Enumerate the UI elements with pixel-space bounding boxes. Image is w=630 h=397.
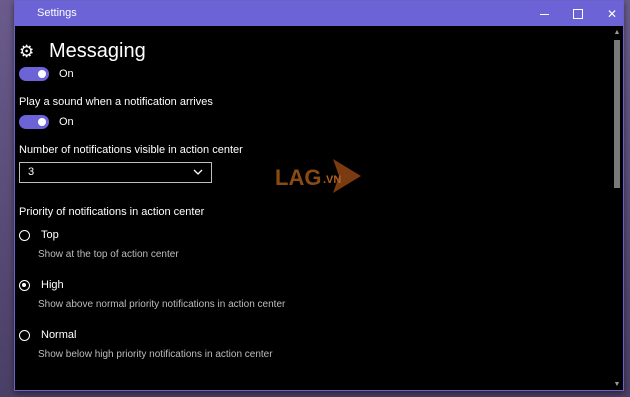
sound-toggle-row: On [19, 115, 74, 129]
priority-label: Priority of notifications in action cent… [19, 206, 205, 218]
scroll-down-arrow-icon[interactable]: ▼ [613, 380, 621, 390]
visible-count-value: 3 [28, 166, 35, 178]
priority-option-description: Show above normal priority notifications… [38, 299, 286, 310]
minimize-button[interactable] [527, 1, 561, 26]
priority-option-label: High [41, 279, 64, 291]
priority-option-label: Top [41, 229, 59, 241]
svg-text:.VN: .VN [323, 174, 341, 186]
close-icon: ✕ [606, 6, 618, 21]
radio-button-checked[interactable] [19, 279, 30, 291]
scroll-up-arrow-icon[interactable]: ▲ [613, 28, 621, 38]
toggle-knob [38, 118, 46, 126]
maximize-icon [573, 8, 583, 19]
settings-content: ⚙ Messaging On Play a sound when a notif… [15, 26, 609, 390]
scroll-thumb[interactable] [614, 40, 620, 188]
sound-toggle-state: On [59, 116, 74, 128]
priority-option-normal[interactable]: Normal [19, 329, 76, 341]
visible-count-label: Number of notifications visible in actio… [19, 144, 243, 156]
page-header: ⚙ Messaging [19, 40, 146, 63]
toggle-knob [38, 70, 46, 78]
priority-option-top[interactable]: Top [19, 229, 59, 241]
priority-option-label: Normal [41, 329, 77, 341]
radio-button[interactable] [19, 329, 30, 341]
svg-text:LAG: LAG [275, 165, 321, 190]
window-title: Settings [37, 7, 77, 19]
minimize-icon [539, 14, 549, 15]
priority-option-high[interactable]: High [19, 279, 64, 291]
sound-label: Play a sound when a notification arrives [19, 96, 213, 108]
sound-toggle-switch[interactable] [19, 115, 49, 129]
settings-window: Settings ✕ ⚙ Messaging On Play a sound w… [14, 0, 624, 391]
priority-option-description: Show below high priority notifications i… [38, 349, 273, 360]
close-button[interactable]: ✕ [595, 1, 629, 26]
page-title: Messaging [49, 40, 146, 62]
title-bar[interactable]: Settings ✕ [15, 1, 623, 26]
gear-icon: ⚙ [19, 41, 35, 61]
priority-option-description: Show at the top of action center [38, 249, 179, 260]
radio-button[interactable] [19, 229, 30, 241]
lag-vn-watermark-logo: LAG .VN [275, 159, 361, 193]
previous-toggle-state: On [59, 68, 74, 80]
chevron-down-icon [193, 169, 203, 175]
visible-count-dropdown[interactable]: 3 [19, 162, 212, 183]
previous-toggle-switch[interactable] [19, 67, 49, 81]
maximize-button[interactable] [561, 1, 595, 26]
previous-toggle-row: On [19, 67, 74, 81]
vertical-scrollbar[interactable]: ▲ ▼ [613, 28, 621, 390]
